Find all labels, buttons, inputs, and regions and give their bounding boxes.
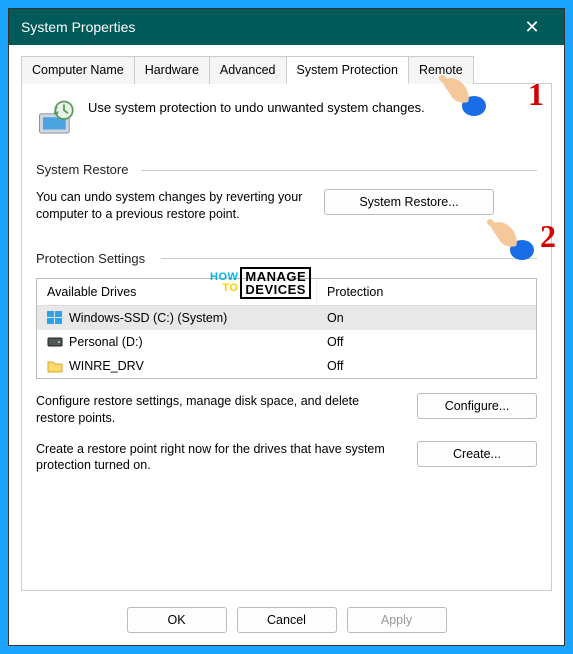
group-system-restore: System Restore bbox=[36, 162, 537, 177]
cancel-button[interactable]: Cancel bbox=[237, 607, 337, 633]
col-protection: Protection bbox=[317, 279, 536, 305]
tab-system-protection[interactable]: System Protection bbox=[286, 56, 409, 84]
drive-name: Windows-SSD (C:) (System) bbox=[69, 311, 227, 325]
window-title: System Properties bbox=[21, 19, 512, 35]
drives-table: Available Drives Protection Windows-SSD … bbox=[36, 278, 537, 379]
tab-advanced[interactable]: Advanced bbox=[209, 56, 287, 84]
drive-name: Personal (D:) bbox=[69, 335, 143, 349]
intro-text: Use system protection to undo unwanted s… bbox=[88, 98, 425, 115]
tab-hardware[interactable]: Hardware bbox=[134, 56, 210, 84]
configure-row: Configure restore settings, manage disk … bbox=[36, 393, 537, 427]
configure-description: Configure restore settings, manage disk … bbox=[36, 393, 399, 427]
col-available-drives: Available Drives bbox=[37, 279, 317, 305]
table-header: Available Drives Protection bbox=[37, 279, 536, 306]
create-description: Create a restore point right now for the… bbox=[36, 441, 399, 475]
group-protection-settings: Protection Settings bbox=[36, 251, 537, 266]
hdd-icon bbox=[47, 335, 63, 349]
dialog-footer: OK Cancel Apply bbox=[21, 597, 552, 637]
create-row: Create a restore point right now for the… bbox=[36, 441, 537, 475]
tab-remote[interactable]: Remote bbox=[408, 56, 474, 84]
drive-protection: Off bbox=[317, 357, 536, 375]
restore-row: You can undo system changes by reverting… bbox=[36, 189, 537, 223]
windows-drive-icon bbox=[47, 311, 63, 325]
configure-button[interactable]: Configure... bbox=[417, 393, 537, 419]
ok-button[interactable]: OK bbox=[127, 607, 227, 633]
restore-description: You can undo system changes by reverting… bbox=[36, 189, 306, 223]
create-button[interactable]: Create... bbox=[417, 441, 537, 467]
system-properties-window: System Properties ✕ Computer Name Hardwa… bbox=[8, 8, 565, 646]
tab-computer-name[interactable]: Computer Name bbox=[21, 56, 135, 84]
system-restore-button[interactable]: System Restore... bbox=[324, 189, 494, 215]
table-row[interactable]: Windows-SSD (C:) (System) On bbox=[37, 306, 536, 330]
drive-protection: On bbox=[317, 309, 536, 327]
intro-row: Use system protection to undo unwanted s… bbox=[36, 98, 537, 140]
drive-name: WINRE_DRV bbox=[69, 359, 144, 373]
titlebar: System Properties ✕ bbox=[9, 9, 564, 45]
tab-body: Use system protection to undo unwanted s… bbox=[21, 84, 552, 591]
close-button[interactable]: ✕ bbox=[512, 17, 552, 38]
folder-icon bbox=[47, 359, 63, 373]
system-restore-icon bbox=[36, 98, 78, 140]
table-row[interactable]: WINRE_DRV Off bbox=[37, 354, 536, 378]
table-row[interactable]: Personal (D:) Off bbox=[37, 330, 536, 354]
content-area: Computer Name Hardware Advanced System P… bbox=[9, 45, 564, 645]
drive-protection: Off bbox=[317, 333, 536, 351]
apply-button[interactable]: Apply bbox=[347, 607, 447, 633]
tab-strip: Computer Name Hardware Advanced System P… bbox=[21, 55, 552, 84]
